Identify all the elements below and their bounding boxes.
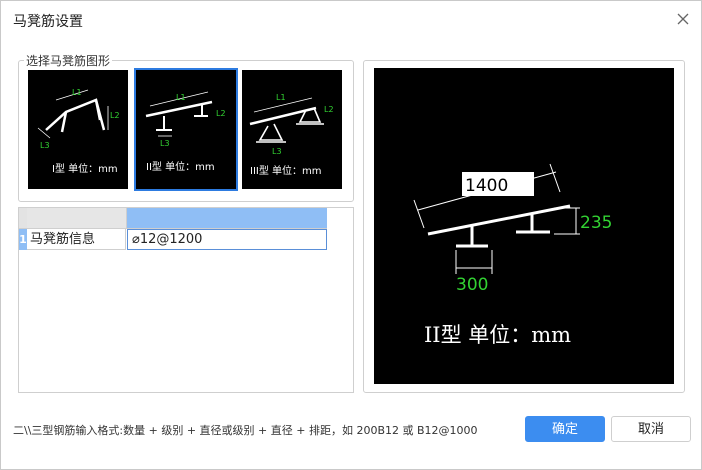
ok-button[interactable]: 确定	[525, 416, 605, 442]
close-icon[interactable]	[675, 11, 691, 27]
preview-caption: II型 单位：mm	[424, 323, 571, 347]
grid-row-label: 马凳筋信息	[27, 229, 126, 250]
dialog-title: 马凳筋设置	[13, 14, 83, 30]
shape1-l3-label: L3	[40, 141, 50, 150]
shape-option-type-1[interactable]: L1 L2 L3 I型 单位：mm	[28, 70, 128, 189]
shape-option-type-2[interactable]: L1 L2 L3 II型 单位：mm	[134, 68, 238, 191]
shape-preview-canvas: 1400 235 300 II型 单位：mm	[374, 68, 674, 384]
grid-header-value-column[interactable]	[127, 208, 327, 229]
shape-group-legend: 选择马凳筋图形	[24, 52, 113, 69]
input-format-hint: 二\\三型钢筋输入格式:数量 + 级别 + 直径或级别 + 直径 + 排距，如 …	[13, 424, 478, 437]
shape2-caption: II型 单位：mm	[146, 160, 215, 173]
grid-header-label-column	[27, 208, 127, 229]
shape-option-type-3[interactable]: L1 L2 L3 III型 单位：mm	[242, 70, 342, 189]
shape2-l1-label: L1	[176, 93, 186, 102]
rebar-info-grid: 1 马凳筋信息 ⌀12@1200	[18, 207, 354, 393]
cancel-button[interactable]: 取消	[611, 416, 691, 442]
shape3-l1-label: L1	[276, 93, 286, 102]
shape3-caption: III型 单位：mm	[250, 164, 322, 177]
shape2-l3-label: L3	[160, 139, 170, 148]
l3-value: 300	[456, 275, 488, 295]
shape2-l2-label: L2	[216, 109, 226, 118]
shape1-l1-label: L1	[72, 88, 82, 97]
l1-value: 1400	[465, 176, 508, 196]
grid-row-number[interactable]: 1	[19, 229, 27, 250]
shape1-l2-label: L2	[110, 111, 120, 120]
rebar-chair-settings-dialog: 马凳筋设置 选择马凳筋图形 L1 L2 L3 I型 单位：mm L1 L2 L3…	[0, 0, 702, 470]
l2-value: 235	[580, 213, 612, 233]
shape1-caption: I型 单位：mm	[52, 162, 118, 175]
rebar-info-input[interactable]: ⌀12@1200	[127, 229, 327, 250]
shape3-l3-label: L3	[272, 147, 282, 156]
title-bar: 马凳筋设置	[1, 1, 701, 37]
shape3-l2-label: L2	[324, 105, 334, 114]
